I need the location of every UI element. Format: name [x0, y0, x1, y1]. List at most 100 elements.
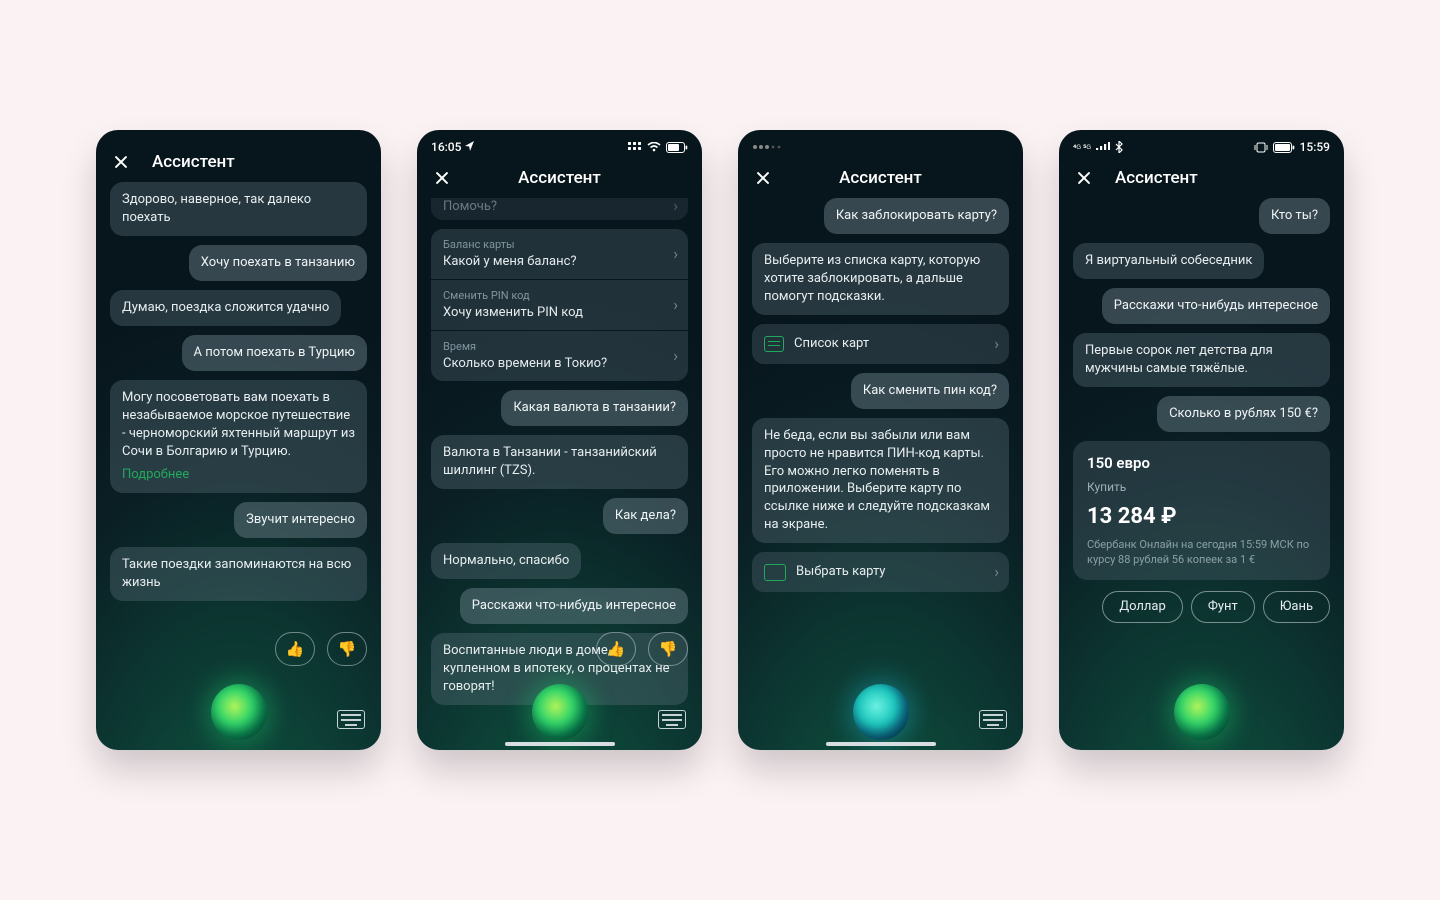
sim-icon: ⁴ᴳ ⁵ᴳ — [1073, 140, 1091, 154]
action-row[interactable]: Выбрать карту › — [752, 552, 1009, 592]
assistant-message: Нормально, спасибо — [431, 543, 581, 579]
chevron-right-icon: › — [673, 345, 678, 367]
keyboard-icon — [979, 710, 1007, 729]
currency-action-label: Купить — [1087, 479, 1316, 496]
assistant-header: Ассистент — [738, 160, 1023, 198]
currency-rate-footnote: Сбербанк Онлайн на сегодня 15:59 МСК по … — [1087, 538, 1316, 568]
assistant-message: Думаю, поездка сложится удачно — [110, 290, 341, 326]
chevron-right-icon: › — [673, 198, 678, 218]
conversation: Помочь? › Баланс карты Какой у меня бала… — [417, 198, 702, 750]
keyboard-icon — [337, 710, 365, 729]
chevron-right-icon: › — [994, 333, 999, 355]
voice-orb-button[interactable] — [853, 684, 909, 740]
list-icon — [764, 336, 784, 352]
close-icon[interactable] — [112, 153, 130, 171]
currency-chip[interactable]: Юань — [1263, 591, 1330, 623]
assistant-title: Ассистент — [518, 168, 601, 188]
user-message: Хочу поехать в танзанию — [189, 245, 367, 281]
phone-screenshot: 16:05 Ассистент Помочь? › Баланс карты К… — [417, 130, 702, 750]
suggestion-row[interactable]: Баланс карты Какой у меня баланс? › — [431, 229, 688, 279]
assistant-message: Первые сорок лет детства для мужчины сам… — [1073, 333, 1330, 387]
assistant-message: Не беда, если вы забыли или вам просто н… — [752, 418, 1009, 544]
close-icon[interactable] — [1075, 169, 1093, 187]
dots-icon — [752, 144, 782, 150]
assistant-header: Ассистент — [1059, 160, 1344, 198]
currency-info-card[interactable]: 150 евро Купить 13 284 ₽ Сбербанк Онлайн… — [1073, 441, 1330, 580]
currency-amount-title: 150 евро — [1087, 453, 1316, 474]
chevron-right-icon: › — [673, 243, 678, 265]
action-label: Список карт — [794, 335, 869, 353]
assistant-title: Ассистент — [1115, 168, 1198, 188]
assistant-message: Могу посоветовать вам поехать в незабыва… — [110, 380, 367, 494]
home-indicator[interactable] — [826, 742, 936, 746]
currency-chips: ДолларФунтЮань — [1102, 591, 1330, 623]
suggestion-caption: Сменить PIN код — [443, 288, 676, 303]
close-icon[interactable] — [433, 169, 451, 187]
assistant-bottom-bar — [1059, 684, 1344, 740]
battery70-icon — [666, 142, 688, 153]
keyboard-toggle-button[interactable] — [979, 710, 1007, 732]
reaction-buttons: 👍 👎 — [596, 632, 688, 666]
status-bar: 16:05 — [417, 130, 702, 160]
assistant-message: Здорово, наверное, так далеко поехать — [110, 182, 367, 236]
assistant-message: Я виртуальный собеседник — [1073, 243, 1264, 279]
assistant-title: Ассистент — [152, 152, 235, 172]
action-row[interactable]: Список карт › — [752, 324, 1009, 364]
assistant-message: Такие поездки запоминаются на всю жизнь — [110, 547, 367, 601]
phone-screenshot: ⁴ᴳ ⁵ᴳ 15:59 Ассистент Кто ты? Я виртуальны… — [1059, 130, 1344, 750]
assistant-title: Ассистент — [839, 168, 922, 188]
user-message: Расскажи что-нибудь интересное — [1102, 288, 1330, 324]
currency-chip[interactable]: Доллар — [1102, 591, 1183, 623]
assistant-message: Выберите из списка карту, которую хотите… — [752, 243, 1009, 315]
voice-orb-button[interactable] — [211, 684, 267, 740]
phone-screenshot: Ассистент Здорово, наверное, так далеко … — [96, 130, 381, 750]
keyboard-toggle-button[interactable] — [337, 710, 365, 732]
status-bar — [738, 130, 1023, 160]
phone-screenshot: Ассистент Как заблокировать карту? Выбери… — [738, 130, 1023, 750]
reaction-buttons: 👍 👎 — [275, 632, 367, 666]
user-message: Как дела? — [603, 498, 688, 534]
details-link[interactable]: Подробнее — [122, 466, 355, 484]
thumbs-down-button[interactable]: 👎 — [648, 632, 688, 666]
user-message: Какая валюта в танзании? — [501, 390, 688, 426]
card-icon — [764, 564, 786, 581]
chevron-right-icon: › — [994, 561, 999, 583]
suggestion-text: Какой у меня баланс? — [443, 253, 676, 271]
thumbs-up-button[interactable]: 👍 — [275, 632, 315, 666]
suggestion-row[interactable]: Сменить PIN код Хочу изменить PIN код › — [431, 280, 688, 330]
thumbs-up-button[interactable]: 👍 — [596, 632, 636, 666]
conversation: Как заблокировать карту? Выберите из спис… — [738, 198, 1023, 750]
home-indicator[interactable] — [505, 742, 615, 746]
user-message: Расскажи что-нибудь интересное — [460, 588, 688, 624]
voice-orb-button[interactable] — [1174, 684, 1230, 740]
chevron-right-icon: › — [673, 294, 678, 316]
signal-icon — [1096, 142, 1110, 152]
assistant-header: Ассистент — [417, 160, 702, 198]
user-message: Как сменить пин код? — [851, 373, 1009, 409]
battery-icon — [1273, 142, 1295, 153]
vibe-icon — [1254, 142, 1268, 153]
suggestion-text: Сколько времени в Токио? — [443, 355, 676, 373]
keyboard-icon — [658, 710, 686, 729]
suggestion-row[interactable]: Время Сколько времени в Токио? › — [431, 331, 688, 381]
suggestion-text: Хочу изменить PIN код — [443, 304, 676, 322]
suggestion-row-peek[interactable]: Помочь? › — [431, 198, 688, 220]
grid-icon — [628, 142, 642, 152]
currency-chip[interactable]: Фунт — [1191, 591, 1255, 623]
status-time-right: 15:59 — [1300, 140, 1330, 154]
status-time: 16:05 — [431, 140, 461, 154]
thumbs-down-button[interactable]: 👎 — [327, 632, 367, 666]
assistant-header: Ассистент — [96, 144, 381, 182]
user-message: Звучит интересно — [234, 502, 367, 538]
user-message: Кто ты? — [1259, 198, 1330, 234]
showcase-canvas: Ассистент Здорово, наверное, так далеко … — [0, 0, 1440, 900]
action-label: Выбрать карту — [796, 563, 885, 581]
user-message: Как заблокировать карту? — [824, 198, 1009, 234]
wifi-icon — [647, 142, 661, 152]
close-icon[interactable] — [754, 169, 772, 187]
suggestion-caption: Баланс карты — [443, 237, 676, 252]
voice-orb-button[interactable] — [532, 684, 588, 740]
conversation: Кто ты? Я виртуальный собеседник Расскажи … — [1059, 198, 1344, 750]
keyboard-toggle-button[interactable] — [658, 710, 686, 732]
location-icon — [465, 140, 475, 154]
